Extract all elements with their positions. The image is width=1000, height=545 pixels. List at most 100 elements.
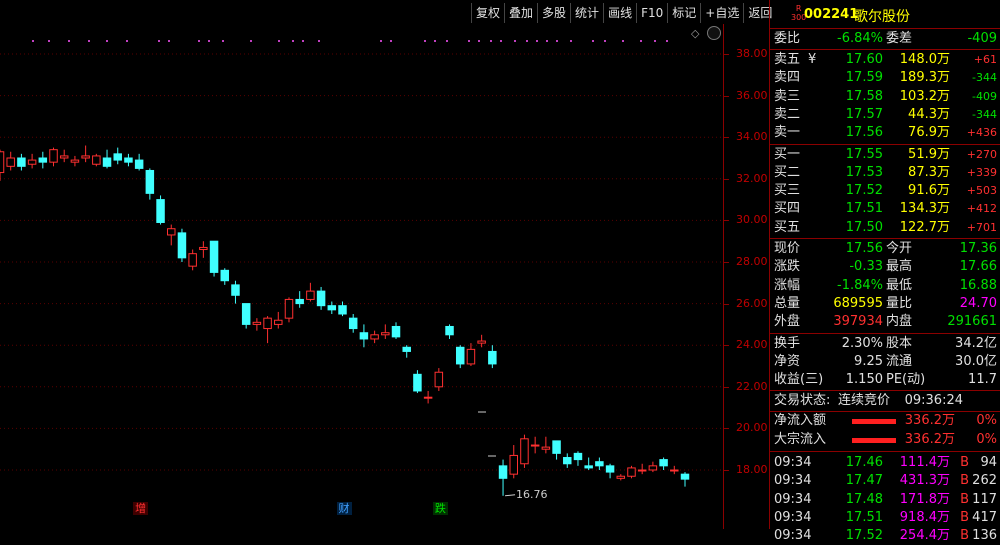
ask-row[interactable]: 卖一 17.56 76.9万 +436 <box>770 124 1000 142</box>
divider <box>770 238 1000 239</box>
quote-panel: R 300 002241 歌尔股份 委比 -6.84% 委差 -409 卖五 ¥17.60 1… <box>769 0 1000 543</box>
tick-row: 09:34 17.52 254.4万 B 136 <box>770 527 1000 545</box>
fundamental-label: 流通 <box>886 353 913 369</box>
marker-dot <box>32 40 34 42</box>
y-tick-label: 26.00 <box>736 296 768 310</box>
candle-body <box>145 169 155 194</box>
y-tick-label: 18.00 <box>736 463 768 476</box>
flow-label: 大宗流入 <box>774 431 827 447</box>
tick-price: 17.46 <box>845 455 883 470</box>
kline-chart-area[interactable]: 复权 叠加 多股 统计 画线 F10 标记 +自选 返回 ◇ 38.00 36.00 34.00 32… <box>0 0 772 529</box>
marker-dot <box>478 40 480 42</box>
tick-count: 117 <box>972 491 997 507</box>
quote-value: 291661 <box>947 314 997 330</box>
toolbar-button-1[interactable]: 叠加 <box>504 3 537 23</box>
candle-body <box>348 317 358 330</box>
event-tag[interactable]: 跌 <box>432 502 448 515</box>
trade-status-time: 09:36:24 <box>904 393 963 409</box>
tick-count: 94 <box>980 455 997 470</box>
diamond-icon[interactable]: ◇ <box>691 27 699 40</box>
tick-side: B <box>960 509 969 525</box>
toolbar-button-4[interactable]: 画线 <box>603 3 636 23</box>
y-tick-mark <box>723 54 729 55</box>
candle-body <box>637 469 647 472</box>
flow-pct: 0% <box>976 413 997 429</box>
ask-change: -344 <box>972 107 997 121</box>
tick-price: 17.48 <box>845 491 883 507</box>
candle-body <box>252 321 262 325</box>
toolbar-button-0[interactable]: 复权 <box>471 3 504 23</box>
y-tick-mark <box>723 345 729 347</box>
bid-row[interactable]: 买一 17.55 51.9万 +270 <box>770 146 1000 164</box>
y-tick-mark <box>723 137 729 139</box>
candle-body <box>434 371 444 388</box>
ask-volume: 189.3万 <box>899 70 950 86</box>
tick-time: 09:34 <box>774 455 812 470</box>
y-tick-label: 34.00 <box>736 130 768 144</box>
marker-dot <box>390 40 392 42</box>
candle-body <box>370 334 379 340</box>
bid-label: 买五 <box>774 219 801 235</box>
candle-body <box>38 157 48 163</box>
candle-body <box>209 240 219 273</box>
ask-row[interactable]: 卖四 17.59 189.3万 -344 <box>770 69 1000 87</box>
ask-change: -344 <box>972 71 997 85</box>
bid-row[interactable]: 买四 17.51 134.3万 +412 <box>770 200 1000 218</box>
ask-volume: 148.0万 <box>899 52 950 67</box>
marker-dot <box>126 40 128 42</box>
ask-row[interactable]: 卖五 ¥17.60 148.0万 +61 <box>770 51 1000 69</box>
divider <box>770 451 1000 452</box>
tick-side: B <box>960 528 969 544</box>
marker-dot <box>640 40 642 42</box>
tick-time: 09:34 <box>774 528 812 544</box>
marker-dot <box>292 40 294 42</box>
event-tag[interactable]: 财 <box>336 502 352 515</box>
candle-body <box>327 305 337 311</box>
marker-dot <box>106 40 108 42</box>
marker-dot <box>168 40 170 42</box>
bid-change: +270 <box>966 147 997 161</box>
tick-time: 09:34 <box>774 509 812 525</box>
bid-row[interactable]: 买五 17.50 122.7万 +701 <box>770 219 1000 237</box>
y-tick-mark <box>723 262 729 263</box>
ask-volume: 103.2万 <box>899 88 950 104</box>
flow-pct: 0% <box>976 431 997 447</box>
scroll-circle-icon[interactable] <box>707 26 721 40</box>
candle-body <box>6 157 15 167</box>
quote-label: 量比 <box>886 295 913 311</box>
candle-body <box>177 232 187 259</box>
toolbar-button-5[interactable]: F10 <box>636 3 667 23</box>
bid-change: +339 <box>966 165 997 179</box>
stock-name[interactable]: 歌尔股份 <box>854 6 910 26</box>
bid-change: +412 <box>966 202 997 216</box>
flow-row: 大宗流入 336.2万 0% <box>770 431 1000 449</box>
marker-dot <box>490 40 492 42</box>
kline-chart[interactable] <box>0 0 723 529</box>
weibi-row: 委比 -6.84% 委差 -409 <box>770 30 1000 48</box>
bid-price: 17.51 <box>845 201 883 217</box>
bid-label: 买二 <box>774 164 801 180</box>
ask-row[interactable]: 卖二 17.57 44.3万 -344 <box>770 106 1000 124</box>
y-tick-mark <box>723 428 729 430</box>
tick-time: 09:34 <box>774 473 812 489</box>
toolbar-button-7[interactable]: +自选 <box>700 3 743 23</box>
tick-row: 09:34 17.51 918.4万 B 417 <box>770 509 1000 527</box>
fundamental-value: 30.0亿 <box>955 353 997 369</box>
bid-row[interactable]: 买三 17.52 91.6万 +503 <box>770 182 1000 200</box>
candle-body <box>59 155 69 159</box>
quote-value: 397934 <box>833 314 883 330</box>
toolbar-button-2[interactable]: 多股 <box>537 3 570 23</box>
quote-label: 涨幅 <box>774 277 801 293</box>
flow-label: 净流入额 <box>774 413 827 429</box>
toolbar-button-6[interactable]: 标记 <box>667 3 700 23</box>
ask-row[interactable]: 卖三 17.58 103.2万 -409 <box>770 88 1000 106</box>
y-tick-mark <box>723 95 729 97</box>
toolbar-button-3[interactable]: 统计 <box>570 3 603 23</box>
marker-dot <box>526 40 528 42</box>
stock-code[interactable]: 002241 <box>804 7 858 22</box>
bid-volume: 134.3万 <box>899 201 950 217</box>
fundamental-value: 9.25 <box>854 353 883 369</box>
candle-body <box>659 459 668 467</box>
event-tag[interactable]: 增 <box>133 502 149 515</box>
bid-row[interactable]: 买二 17.53 87.3万 +339 <box>770 164 1000 182</box>
